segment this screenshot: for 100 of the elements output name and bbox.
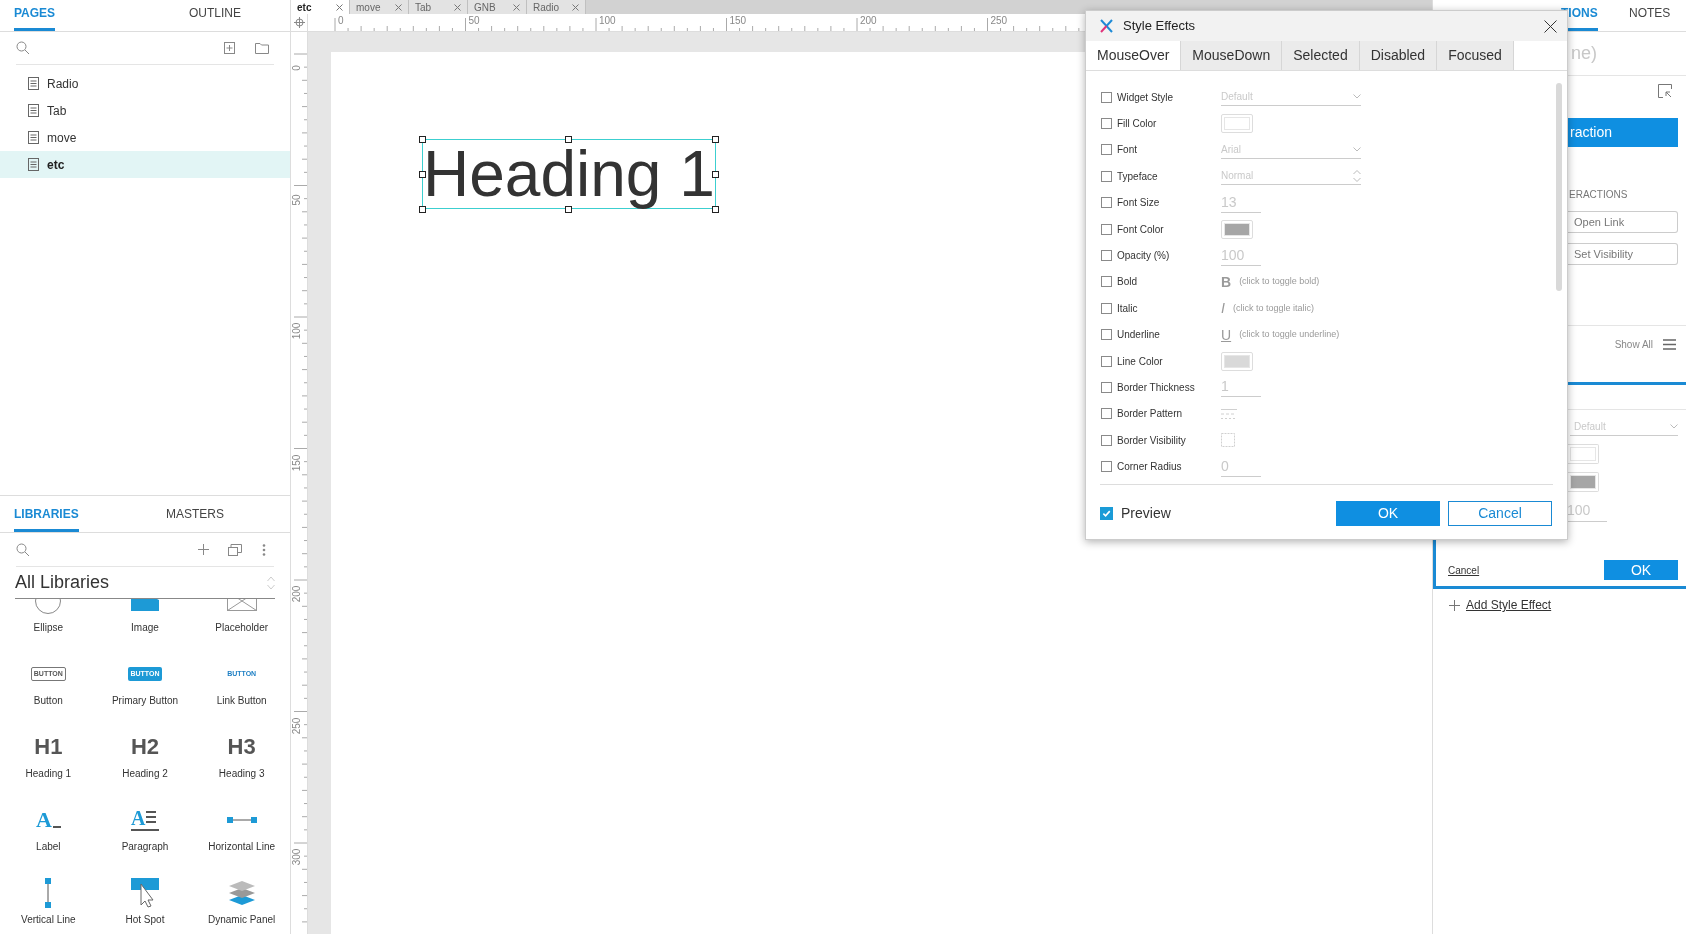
vertical-line-icon [44,878,53,908]
widget-label[interactable]: Paragraph [121,841,169,853]
panel-tab[interactable]: MASTERS [166,505,224,532]
add-style-effect-link[interactable]: Add Style Effect [1433,596,1686,614]
property-label: Border Visibility [1117,433,1186,448]
crosshair-icon[interactable] [293,17,305,28]
checkbox[interactable] [1101,170,1112,182]
interaction-button[interactable]: Open Link [1568,211,1678,233]
page-item[interactable]: Radio [0,70,290,97]
document-tab[interactable]: etc [291,0,350,14]
page-icon [28,77,39,90]
widget-label[interactable]: Ellipse [33,622,64,634]
widget-label[interactable]: Heading 2 [122,768,168,780]
document-tab[interactable]: GNB [468,0,527,14]
menu-icon[interactable] [1663,338,1676,350]
dialog-tab[interactable]: MouseDown [1181,41,1283,70]
checkbox[interactable] [1101,276,1112,288]
checkbox[interactable] [1101,461,1112,473]
panel-tab[interactable]: LIBRARIES [14,505,79,532]
checkbox[interactable] [1101,118,1112,130]
property-label: Widget Style [1117,90,1174,105]
plus-icon[interactable] [198,544,209,555]
checkbox[interactable] [1101,197,1112,209]
hotspot-icon [130,878,160,908]
page-name: move [47,129,77,147]
page-item[interactable]: Tab [0,97,290,124]
resize-handle[interactable] [712,136,719,143]
panel-tab[interactable]: PAGES [14,4,56,31]
checkbox[interactable] [1101,434,1112,446]
document-tab[interactable]: move [350,0,409,14]
heading-icon: H3 [227,735,256,759]
property-label: Font Size [1117,196,1160,211]
resize-handle[interactable] [565,136,572,143]
interaction-button[interactable]: Set Visibility [1568,243,1678,265]
page-item[interactable]: move [0,124,290,151]
document-tab[interactable]: Radio [527,0,586,14]
widget-label[interactable]: Horizontal Line [208,841,275,853]
checkbox[interactable] [1101,329,1112,341]
ruler-label: 50 [291,192,303,208]
widget-label[interactable]: Button [33,695,63,707]
property-label: Font Color [1117,222,1164,237]
library-dropdown[interactable]: All Libraries [15,567,275,599]
resize-handle[interactable] [712,206,719,213]
document-tab[interactable]: Tab [409,0,468,14]
checkbox[interactable] [1101,302,1112,314]
widget-label[interactable]: Heading 3 [218,768,265,780]
resize-handle[interactable] [419,206,426,213]
widget-label[interactable]: Heading 1 [25,768,72,780]
widget-label[interactable]: Image [131,622,159,634]
ruler-label: 250 [990,15,1008,27]
page-icon [28,104,39,117]
preview-label: Preview [1121,504,1171,523]
widget-label[interactable]: Placeholder [215,622,269,634]
checkbox[interactable] [1101,250,1112,262]
dialog-tab[interactable]: MouseOver [1086,41,1182,70]
widget-label[interactable]: Label [36,841,61,853]
checkbox[interactable] [1101,408,1112,420]
property-label: Line Color [1117,354,1163,369]
checkbox[interactable] [1101,355,1112,367]
property-label: Bold [1117,275,1137,290]
page-item[interactable]: etc [0,151,290,178]
heading-widget[interactable]: Heading 1 [422,139,716,209]
panel-tab[interactable]: OUTLINE [189,4,241,31]
resize-handle[interactable] [712,171,719,178]
search-icon[interactable] [16,542,30,557]
scrollbar-thumb[interactable] [1556,83,1562,291]
show-all-link[interactable]: Show All [1614,336,1653,352]
checkbox[interactable] [1101,382,1112,393]
ruler-label: 100 [291,321,303,341]
expand-icon[interactable] [1658,84,1672,98]
widget-label[interactable]: Dynamic Panel [208,914,276,926]
dialog-tab[interactable]: Disabled [1359,41,1438,70]
search-icon[interactable] [16,41,30,55]
checkbox[interactable] [1101,91,1112,103]
add-page-icon[interactable] [224,42,235,54]
copy-icon[interactable] [228,543,242,556]
folder-icon[interactable] [255,42,269,54]
panel-tab[interactable]: NOTES [1629,4,1671,31]
checkmark-icon [1102,509,1111,518]
property-label: Corner Radius [1117,460,1182,475]
property-label: Border Pattern [1117,407,1183,422]
checkbox[interactable] [1101,223,1112,235]
dialog-tab[interactable]: Selected [1282,41,1360,70]
widget-label[interactable]: Primary Button [111,695,179,707]
widget-label[interactable]: Hot Spot [125,914,165,926]
checkbox[interactable] [1101,144,1112,156]
dialog-tab[interactable]: Focused [1437,41,1514,70]
property-label: Typeface [1117,169,1158,184]
widget-label[interactable]: Link Button [216,695,267,707]
close-icon[interactable] [1544,19,1557,33]
cancel-button[interactable]: Cancel [1448,501,1552,526]
more-icon[interactable] [262,543,266,556]
chevron-icon [1353,146,1361,152]
resize-handle[interactable] [419,171,426,178]
ruler-label: 300 [291,847,303,867]
cancel-link[interactable]: Cancel [1448,562,1480,578]
ruler-label: 200 [860,15,877,27]
checkbox[interactable] [1100,507,1113,520]
resize-handle[interactable] [419,136,426,143]
widget-label[interactable]: Vertical Line [21,914,76,926]
